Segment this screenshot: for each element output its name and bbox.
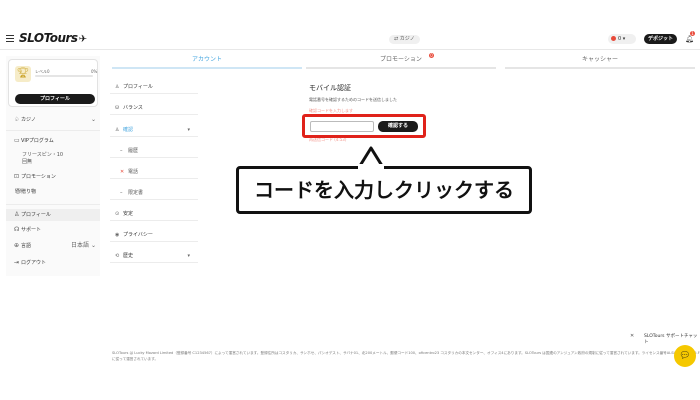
tab-cashier[interactable]: キャッシャー (505, 54, 695, 66)
promotion-badge: 0 (429, 53, 434, 58)
resend-code-link[interactable]: 再送信コード (4:53) (309, 137, 346, 143)
sidebar-item-language[interactable]: ⊕ 言語 日本語 ⌄ (6, 240, 100, 252)
tab-account-underline (112, 67, 302, 69)
chevron-down-icon: ▾ (187, 127, 190, 133)
language-current: 日本語 (71, 242, 90, 249)
footer-legal-text: SLOTours は Lucky Mozard Limited（登録番号 C12… (112, 351, 700, 361)
balance-value: 0 (618, 36, 622, 42)
submenu-phone[interactable]: ✕ 電話 (110, 165, 198, 179)
logo[interactable]: SLOTours✈ (19, 31, 87, 45)
submenu-privacy[interactable]: ◉ プライバシー (110, 228, 198, 242)
chevron-down-icon: ▾ (622, 36, 626, 42)
user-icon: ♙ (115, 84, 120, 90)
dash-icon: – (120, 148, 123, 154)
sidebar-item-label: フリースピン・10 回無 (22, 152, 64, 165)
casino-chip[interactable]: ⇄ カジノ (389, 35, 420, 44)
verification-code-input[interactable] (310, 121, 374, 132)
submenu-history[interactable]: – 履歴 (110, 144, 198, 158)
tab-promotion[interactable]: プロモーション (306, 54, 496, 66)
annotation-callout: コードを入力しクリックする (236, 166, 532, 214)
level-percent: 0% (91, 69, 98, 74)
vip-icon: ▭ (14, 137, 20, 144)
mobile-auth-title: モバイル認証 (309, 84, 351, 92)
chat-bubble-icon[interactable]: 💬︎ (674, 345, 696, 367)
sidebar-item-logout[interactable]: ⇥ ログアウト (6, 257, 100, 269)
dash-icon: – (120, 190, 123, 196)
submenu-label: 電話 (128, 169, 139, 175)
gift-box-icon: ⊡ (14, 173, 20, 180)
coin-icon (611, 36, 616, 41)
confirm-button[interactable]: 確認する (378, 121, 418, 132)
submenu-label: プライバシー (123, 232, 153, 238)
sidebar-item-label: サポート (21, 227, 42, 233)
sidebar-item-label: プロフィール (21, 212, 51, 218)
highlight-box: 確認する (302, 114, 426, 138)
sidebar-item-label: 言語 (21, 243, 32, 249)
sidebar-item-vip[interactable]: ▭VIPプログラム (6, 135, 100, 147)
coins-icon: ⛁ (115, 105, 120, 111)
sidebar-item-label: VIPプログラム (21, 138, 54, 144)
divider (6, 130, 100, 131)
submenu-label: 歴史 (123, 253, 134, 259)
notification-badge: 1 (690, 31, 695, 36)
logo-text: SLOTours (19, 31, 78, 45)
callout-tail-mask (358, 164, 384, 170)
user-icon: ♙ (14, 211, 20, 218)
sidebar-item-label: 贈り物 (21, 189, 37, 195)
sidebar-item-support[interactable]: ☊ サポート (6, 224, 100, 236)
submenu-history-2[interactable]: ⟲ 歴史 ▾ (110, 249, 198, 263)
submenu-label: 履歴 (128, 148, 139, 154)
sidebar-item-gifts[interactable]: 🎁︎贈り物 (6, 186, 100, 198)
callout-text: コードを入力しクリックする (254, 178, 514, 202)
submenu-security[interactable]: ⊙ 安定 (110, 207, 198, 221)
gift-icon: 🎁︎ (14, 188, 22, 195)
divider (6, 204, 100, 205)
sidebar-item-profile[interactable]: ♙ プロフィール (6, 209, 100, 221)
eye-icon: ◉ (115, 232, 120, 238)
plane-icon: ✈ (78, 34, 87, 45)
sidebar: 🏆︎ レベル0 0% プロフィール ♤ カジノ ⌄ ▭VIPプログラム フリースピ… (6, 56, 100, 276)
bell-icon[interactable]: 🔔︎ (685, 35, 694, 43)
submenu-label: 安定 (123, 211, 134, 217)
sidebar-item-freespin[interactable]: フリースピン・10 回無 (22, 152, 63, 166)
cards-icon: ♤ (14, 116, 20, 123)
logout-icon: ⇥ (14, 259, 20, 266)
submenu-label: バランス (123, 105, 143, 111)
tab-account[interactable]: アカウント (112, 54, 302, 66)
support-chat-label[interactable]: SLOTours サポートチャット (644, 333, 700, 345)
mobile-auth-description: 電話番号を確認するためのコードを送信しました (309, 97, 397, 102)
sidebar-item-label: ログアウト (21, 260, 47, 266)
headset-icon: ☊ (14, 226, 20, 233)
submenu-label: プロフィール (123, 84, 153, 90)
balance-chip[interactable]: 0 ▾ (608, 34, 636, 44)
chevron-down-icon: ⌄ (90, 116, 96, 123)
history-icon: ⟲ (115, 253, 120, 259)
sidebar-item-label: カジノ (21, 117, 36, 123)
chevron-down-icon: ▾ (187, 253, 190, 259)
profile-button[interactable]: プロフィール (15, 94, 95, 104)
submenu-limits[interactable]: – 限定書 (110, 186, 198, 200)
language-value: 日本語 ⌄ (71, 242, 96, 249)
sidebar-item-casino[interactable]: ♤ カジノ ⌄ (6, 114, 100, 126)
close-icon[interactable]: ✕ (630, 333, 634, 339)
tab-cashier-underline (505, 67, 695, 69)
deposit-button[interactable]: デポジット (644, 34, 677, 44)
sidebar-item-label: プロモーション (21, 174, 56, 180)
tab-promotion-underline (306, 67, 496, 69)
x-icon: ✕ (120, 169, 125, 175)
level-progress-bar (35, 75, 93, 77)
submenu-label: 限定書 (128, 190, 144, 196)
menu-icon[interactable] (6, 35, 14, 42)
verify-icon: ♙ (115, 127, 120, 133)
level-card: 🏆︎ レベル0 0% プロフィール (8, 59, 98, 107)
shield-icon: ⊙ (115, 211, 120, 217)
top-header: SLOTours✈ ⇄ カジノ 0 ▾ デポジット 🔔︎ 1 (0, 28, 700, 50)
submenu-verify[interactable]: ♙ 確認 ▾ (110, 123, 198, 137)
sidebar-item-promotion[interactable]: ⊡ プロモーション (6, 171, 100, 183)
submenu-profile[interactable]: ♙ プロフィール (110, 80, 198, 94)
submenu-balance[interactable]: ⛁ バランス (110, 101, 198, 115)
globe-icon: ⊕ (14, 242, 20, 249)
submenu-label: 確認 (123, 127, 134, 133)
trophy-icon: 🏆︎ (15, 66, 31, 82)
